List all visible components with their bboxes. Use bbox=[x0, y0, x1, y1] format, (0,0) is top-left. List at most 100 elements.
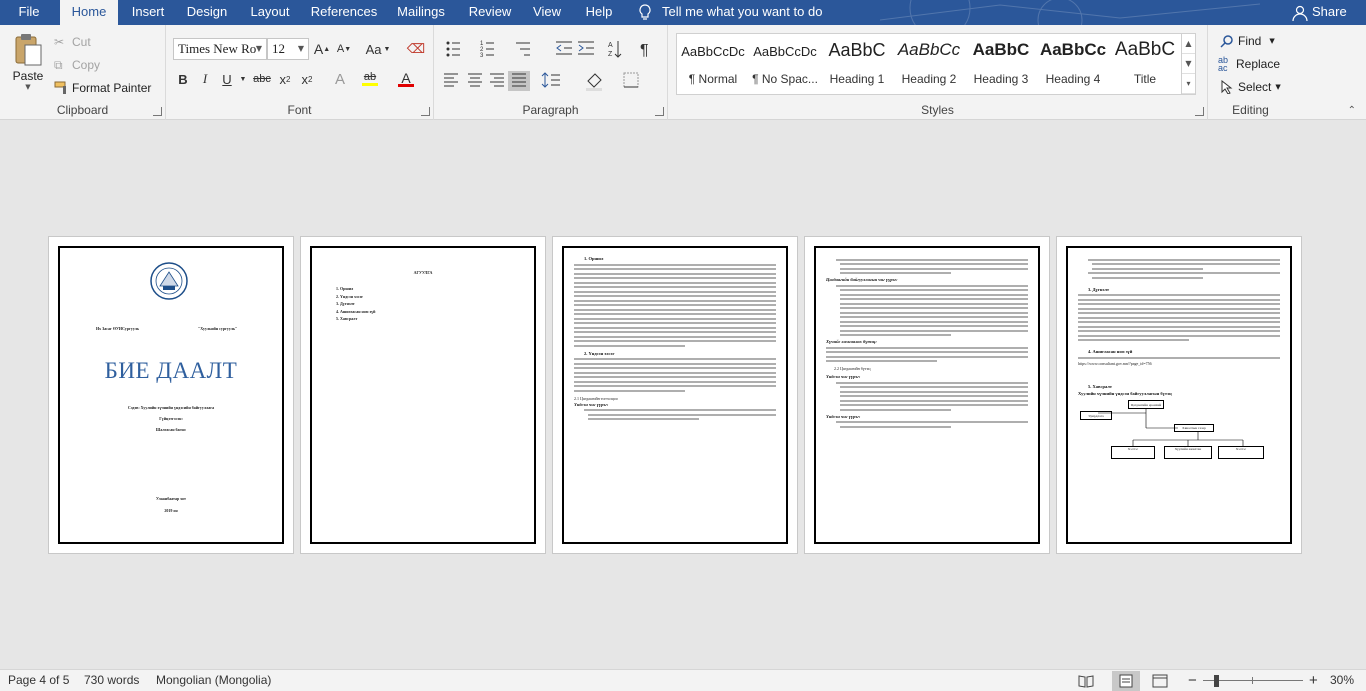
font-size-dropdown[interactable]: 12 ▼ bbox=[267, 38, 309, 60]
tab-mailings[interactable]: Mailings bbox=[393, 0, 449, 25]
style-name: Heading 2 bbox=[901, 72, 957, 86]
bullets-icon[interactable] bbox=[446, 41, 461, 57]
document-area[interactable]: Их Засаг ӨУИСургууль "Хуульийн сургууль"… bbox=[0, 120, 1366, 669]
strikethrough-button[interactable]: abc bbox=[250, 69, 274, 89]
decrease-indent-icon[interactable] bbox=[556, 41, 572, 55]
grow-font-button[interactable]: A ▲ bbox=[312, 39, 332, 59]
page3-text-block-3 bbox=[574, 409, 776, 421]
text-line bbox=[574, 376, 776, 378]
page-1[interactable]: Их Засаг ӨУИСургууль "Хуульийн сургууль"… bbox=[48, 236, 294, 554]
scroll-up-icon[interactable]: ▲ bbox=[1182, 34, 1195, 54]
font-launcher-icon[interactable] bbox=[421, 107, 430, 116]
text-line bbox=[836, 284, 1028, 287]
font-size-value: 12 bbox=[272, 41, 285, 56]
text-line bbox=[840, 263, 1028, 265]
shrink-font-button[interactable]: A ▼ bbox=[334, 39, 354, 59]
toc-item[interactable]: Хавсралт bbox=[340, 315, 524, 323]
text-line bbox=[584, 409, 776, 412]
paragraph-launcher-icon[interactable] bbox=[655, 107, 664, 116]
word-count[interactable]: 730 words bbox=[84, 670, 139, 691]
text-line bbox=[840, 399, 1028, 402]
tab-design[interactable]: Design bbox=[180, 0, 234, 25]
toc-item[interactable]: Үндсэн хэсэг bbox=[340, 293, 524, 301]
paragraph-top-row: 123 AZ ¶ bbox=[446, 41, 649, 59]
org-box: Хэлтэс bbox=[1218, 446, 1264, 460]
text-effects-button[interactable]: A bbox=[330, 69, 350, 89]
style-title[interactable]: AaBbC Title bbox=[1109, 34, 1181, 94]
tab-view[interactable]: View bbox=[528, 0, 566, 25]
tab-references[interactable]: References bbox=[309, 0, 379, 25]
numbering-icon[interactable]: 123 bbox=[480, 41, 494, 59]
tell-me-box[interactable]: Tell me what you want to do bbox=[638, 0, 822, 25]
borders-icon[interactable] bbox=[623, 72, 639, 88]
text-line bbox=[1078, 356, 1280, 359]
toc-item[interactable]: Оршил bbox=[340, 285, 524, 293]
style-heading-3[interactable]: AaBbC Heading 3 bbox=[965, 34, 1037, 94]
align-left-icon[interactable] bbox=[444, 73, 458, 87]
page-4[interactable]: Цагдаагийн байгууллагын чиг үүрэг: Хүчий… bbox=[804, 236, 1050, 554]
increase-indent-icon[interactable] bbox=[578, 41, 594, 55]
style-preview: AaBbC bbox=[828, 40, 886, 60]
page-count[interactable]: Page 4 of 5 bbox=[8, 670, 69, 691]
zoom-in-button[interactable]: + bbox=[1309, 670, 1318, 691]
more-styles-icon[interactable]: ▾ bbox=[1182, 74, 1195, 94]
style-no-spacing[interactable]: AaBbCcDc ¶ No Spac... bbox=[749, 34, 821, 94]
page4-text-block-1 bbox=[826, 258, 1028, 274]
change-case-button[interactable]: Aa ▼ bbox=[365, 39, 391, 59]
share-button[interactable]: Share bbox=[1292, 0, 1347, 25]
align-right-icon[interactable] bbox=[490, 73, 504, 87]
style-heading-2[interactable]: AaBbCc Heading 2 bbox=[893, 34, 965, 94]
find-button[interactable]: Find ▼ bbox=[1220, 32, 1275, 50]
tab-home[interactable]: Home bbox=[60, 0, 118, 25]
multilevel-list-icon[interactable] bbox=[516, 42, 530, 56]
tab-layout[interactable]: Layout bbox=[243, 0, 297, 25]
page-5[interactable]: 3. Дүгнэлт 4. Ашигласан ном зүй https://… bbox=[1056, 236, 1302, 554]
language-indicator[interactable]: Mongolian (Mongolia) bbox=[156, 670, 271, 691]
text-line bbox=[840, 334, 952, 336]
page-2[interactable]: АГУУЛГА Оршил Үндсэн хэсэг Дүгнэлт Ашигл… bbox=[300, 236, 546, 554]
toc-item[interactable]: Ашигласан ном зүй bbox=[340, 308, 524, 316]
style-heading-4[interactable]: AaBbCc Heading 4 bbox=[1037, 34, 1109, 94]
web-layout-icon[interactable] bbox=[1152, 674, 1168, 688]
align-center-icon[interactable] bbox=[468, 73, 482, 87]
print-layout-icon[interactable] bbox=[1112, 671, 1140, 691]
style-normal[interactable]: AaBbCcDc ¶ Normal bbox=[677, 34, 749, 94]
show-formatting-marks-icon[interactable]: ¶ bbox=[640, 42, 649, 59]
tab-insert[interactable]: Insert bbox=[121, 0, 175, 25]
paste-button[interactable]: Paste ▼ bbox=[8, 33, 48, 95]
style-heading-1[interactable]: AaBbC Heading 1 bbox=[821, 34, 893, 94]
clipboard-launcher-icon[interactable] bbox=[153, 107, 162, 116]
highlight-button[interactable]: ab bbox=[360, 69, 380, 89]
bold-button[interactable]: B bbox=[173, 69, 193, 89]
page-3[interactable]: 1. Оршил 2. Үндсэн хэсэг 2.1 Цагдаагийн … bbox=[552, 236, 798, 554]
zoom-out-button[interactable]: − bbox=[1188, 670, 1197, 691]
page5-reference-link[interactable]: https://www.consultant.gov.mn/?page_id=7… bbox=[1078, 361, 1280, 366]
scroll-down-icon[interactable]: ▼ bbox=[1182, 54, 1195, 74]
superscript-button[interactable]: x2 bbox=[297, 69, 317, 89]
justify-icon[interactable] bbox=[508, 71, 530, 91]
sort-icon[interactable]: AZ bbox=[608, 41, 622, 58]
line-spacing-icon[interactable] bbox=[541, 72, 560, 88]
tab-review[interactable]: Review bbox=[464, 0, 516, 25]
tab-file[interactable]: File bbox=[0, 0, 58, 25]
toc-item[interactable]: Дүгнэлт bbox=[340, 300, 524, 308]
clear-formatting-button[interactable]: ⌫ bbox=[406, 39, 426, 59]
cut-button[interactable]: ✂ Cut bbox=[54, 33, 91, 51]
page3-subheading: 2.1 Цагдаагийн тогтолцоо bbox=[574, 395, 618, 401]
italic-button[interactable]: I bbox=[195, 69, 215, 89]
replace-button[interactable]: ab ac Replace bbox=[1218, 55, 1280, 73]
styles-launcher-icon[interactable] bbox=[1195, 107, 1204, 116]
page1-checker: Шалгасан багш: bbox=[155, 427, 187, 432]
shading-icon[interactable] bbox=[586, 73, 602, 91]
read-mode-icon[interactable] bbox=[1078, 674, 1094, 688]
font-family-dropdown[interactable]: Times New Ro ▼ bbox=[173, 38, 267, 60]
select-button[interactable]: Select ▼ bbox=[1220, 78, 1281, 96]
zoom-level[interactable]: 30% bbox=[1330, 670, 1354, 691]
font-color-button[interactable]: A bbox=[396, 69, 416, 89]
subscript-button[interactable]: x2 bbox=[275, 69, 295, 89]
zoom-slider-thumb[interactable] bbox=[1214, 675, 1219, 687]
copy-button[interactable]: ⧉ Copy bbox=[54, 56, 100, 74]
collapse-ribbon-icon[interactable]: ⌃ bbox=[1348, 105, 1356, 116]
tab-help[interactable]: Help bbox=[581, 0, 617, 25]
format-painter-button[interactable]: Format Painter bbox=[54, 79, 151, 97]
